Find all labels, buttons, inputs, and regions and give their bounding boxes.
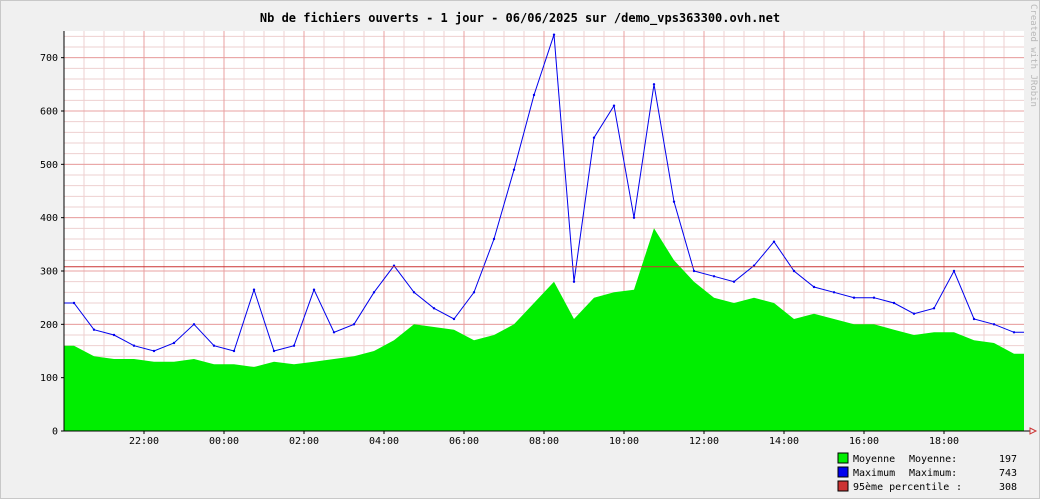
watermark-text: Created with JRobin <box>1028 4 1038 107</box>
maximum-point <box>852 296 856 299</box>
x-tick-label: 22:00 <box>129 436 159 447</box>
x-tick-label: 10:00 <box>609 436 639 447</box>
maximum-point <box>292 344 296 347</box>
maximum-point <box>1012 331 1016 334</box>
maximum-point <box>432 307 436 310</box>
maximum-point <box>332 331 336 334</box>
maximum-point <box>832 291 836 294</box>
maximum-point <box>372 291 376 294</box>
maximum-point <box>532 93 536 97</box>
legend-stat-label: : <box>956 482 962 493</box>
maximum-point <box>972 317 976 321</box>
x-tick-label: 00:00 <box>209 436 239 447</box>
legend: Moyenne Moyenne: 197 Maximum Maximum: 743 95èm… <box>837 452 1017 493</box>
y-tick-label: 100 <box>40 373 58 384</box>
maximum-point <box>712 275 716 278</box>
maximum-point <box>812 285 816 289</box>
legend-value: 308 <box>999 482 1017 493</box>
maximum-point <box>272 349 276 353</box>
maximum-point <box>932 307 936 310</box>
maximum-point <box>952 269 956 273</box>
maximum-point <box>632 216 636 219</box>
maximum-point <box>652 83 656 86</box>
maximum-point <box>512 168 516 171</box>
legend-label: 95ème percentile <box>853 481 949 493</box>
x-tick-label: 04:00 <box>369 436 399 447</box>
maximum-point <box>992 323 996 326</box>
maximum-point <box>72 301 76 305</box>
legend-label: Maximum <box>853 468 895 479</box>
y-tick-label: 500 <box>40 160 58 171</box>
x-tick-label: 02:00 <box>289 436 319 447</box>
legend-value: 197 <box>999 454 1017 465</box>
maximum-point <box>192 323 196 326</box>
legend-swatch <box>837 480 849 492</box>
x-tick-label: 14:00 <box>769 436 799 447</box>
maximum-point <box>892 301 896 305</box>
maximum-point <box>772 240 776 243</box>
maximum-point <box>112 333 116 337</box>
maximum-point <box>912 312 916 315</box>
chart-title: Nb de fichiers ouverts - 1 jour - 06/06/… <box>260 11 780 26</box>
x-tick-label: 06:00 <box>449 436 479 447</box>
y-tick-label: 700 <box>40 53 58 64</box>
chart-svg: Nb de fichiers ouverts - 1 jour - 06/06/… <box>40 4 1038 493</box>
legend-swatch <box>837 466 849 478</box>
maximum-point <box>672 200 676 203</box>
maximum-point <box>492 237 496 241</box>
y-tick-label: 0 <box>52 427 58 438</box>
maximum-point <box>792 269 796 273</box>
legend-label: Moyenne <box>853 454 895 465</box>
maximum-point <box>732 280 736 283</box>
y-tick-label: 400 <box>40 213 58 224</box>
maximum-point <box>312 288 316 291</box>
x-tick-label: 12:00 <box>689 436 719 447</box>
maximum-point <box>172 341 176 345</box>
maximum-point <box>452 317 456 321</box>
maximum-point <box>472 291 476 294</box>
maximum-point <box>152 349 156 353</box>
maximum-point <box>552 33 556 36</box>
y-tick-label: 600 <box>40 107 58 118</box>
legend-stat-label: Moyenne: <box>909 454 957 465</box>
legend-swatch <box>837 452 849 464</box>
maximum-point <box>92 328 96 331</box>
maximum-point <box>352 323 356 326</box>
maximum-point <box>232 349 236 353</box>
maximum-point <box>572 280 576 283</box>
maximum-point <box>412 291 416 294</box>
legend-value: 743 <box>999 468 1017 479</box>
maximum-point <box>612 104 616 107</box>
y-tick-label: 200 <box>40 320 58 331</box>
maximum-point <box>872 296 876 299</box>
maximum-point <box>212 344 216 347</box>
y-tick-label: 300 <box>40 267 58 278</box>
x-tick-label: 08:00 <box>529 436 559 447</box>
x-axis-arrow <box>1029 427 1038 435</box>
maximum-point <box>692 269 696 273</box>
maximum-point <box>132 344 136 347</box>
x-tick-label: 16:00 <box>849 436 879 447</box>
maximum-point <box>592 136 596 139</box>
legend-stat-label: Maximum: <box>909 468 957 479</box>
x-tick-label: 18:00 <box>929 436 959 447</box>
maximum-point <box>252 288 256 291</box>
